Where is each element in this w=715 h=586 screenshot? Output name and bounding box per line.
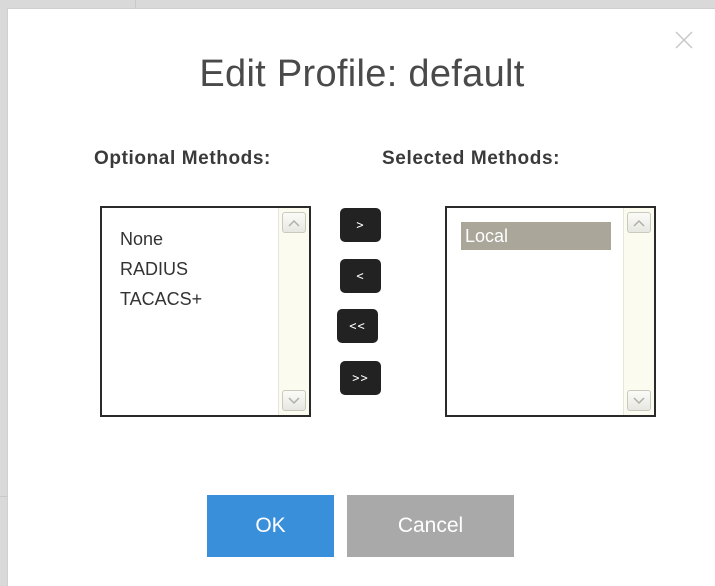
background-divider <box>135 0 136 8</box>
list-item[interactable]: RADIUS <box>118 254 273 284</box>
scrollbar[interactable] <box>278 208 309 415</box>
ok-button[interactable]: OK <box>207 495 334 557</box>
list-item[interactable]: Local <box>461 222 611 250</box>
edit-profile-dialog: Edit Profile: default Optional Methods: … <box>7 8 715 586</box>
chevron-down-icon <box>288 396 300 404</box>
selected-methods-list[interactable]: Local <box>445 206 656 417</box>
cancel-button[interactable]: Cancel <box>347 495 514 557</box>
remove-selected-button[interactable]: < <box>340 259 381 293</box>
optional-methods-list[interactable]: None RADIUS TACACS+ <box>100 206 311 417</box>
scroll-down-button[interactable] <box>627 390 651 411</box>
optional-methods-label: Optional Methods: <box>94 148 271 169</box>
list-item[interactable]: None <box>118 224 273 254</box>
scrollbar[interactable] <box>623 208 654 415</box>
chevron-up-icon <box>633 219 645 227</box>
scroll-down-button[interactable] <box>282 390 306 411</box>
chevron-down-icon <box>633 396 645 404</box>
selected-methods-label: Selected Methods: <box>382 148 561 169</box>
close-icon[interactable] <box>673 29 695 51</box>
dialog-title: Edit Profile: default <box>199 53 525 95</box>
scroll-up-button[interactable] <box>627 212 651 233</box>
scroll-up-button[interactable] <box>282 212 306 233</box>
chevron-up-icon <box>288 219 300 227</box>
add-all-button[interactable]: >> <box>340 361 381 395</box>
remove-all-button[interactable]: << <box>337 309 378 343</box>
add-selected-button[interactable]: > <box>340 208 381 242</box>
list-item[interactable]: TACACS+ <box>118 284 273 314</box>
